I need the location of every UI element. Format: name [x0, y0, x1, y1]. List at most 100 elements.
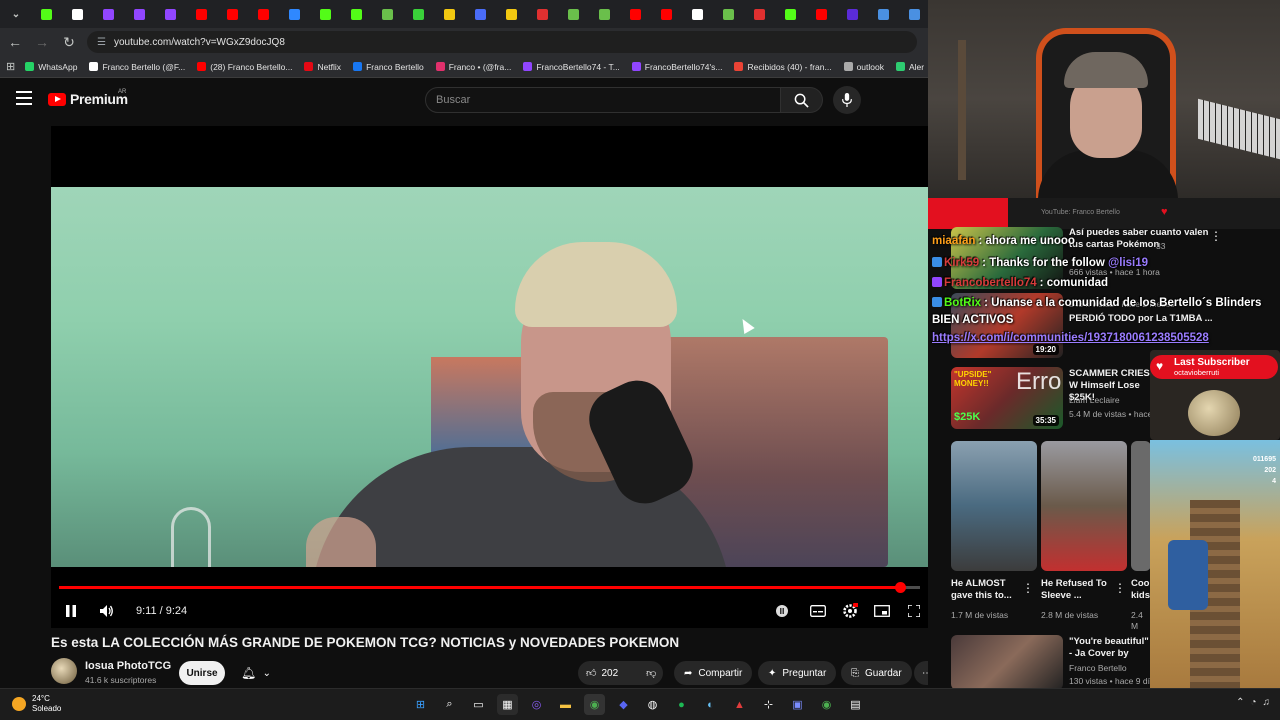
xbox-icon[interactable] — [716, 4, 740, 24]
bookmark-item[interactable]: Aler — [896, 62, 924, 72]
x-icon[interactable] — [685, 4, 709, 24]
autoplay-toggle[interactable] — [770, 600, 794, 622]
recommendation-title[interactable]: Así puedes saber cuanto valen tus cartas… — [1069, 227, 1219, 251]
ask-button[interactable]: ✦ Preguntar — [758, 661, 837, 685]
channel-name[interactable]: Iosua PhotoTCG — [85, 660, 171, 672]
tab-list-button[interactable]: ⌄ — [4, 4, 28, 24]
share-button[interactable]: ➦ Compartir — [674, 661, 753, 685]
short-title[interactable]: He Refused To Sleeve ... — [1041, 578, 1111, 602]
bookmark-item[interactable]: Netflix — [304, 62, 341, 72]
pokeball-icon[interactable] — [747, 4, 771, 24]
xbox-icon[interactable] — [375, 4, 399, 24]
youtube-icon[interactable] — [623, 4, 647, 24]
calculator-icon[interactable]: ▤ — [845, 694, 866, 715]
youtube-icon[interactable] — [654, 4, 678, 24]
chrome-icon[interactable]: ◉ — [816, 694, 837, 715]
recommendation-title[interactable]: PERDIÓ TODO por La T1MBA ... — [1069, 313, 1219, 325]
bookmark-item[interactable]: Franco • (@fra... — [435, 62, 511, 72]
chevron-up-icon[interactable]: ⌃ — [1236, 697, 1244, 708]
reload-button[interactable]: ↻ — [57, 30, 81, 54]
twitch-icon[interactable] — [158, 4, 182, 24]
twitch-icon[interactable] — [96, 4, 120, 24]
recommendation-title[interactable]: "You're beautiful" - Ja Cover by FRANCO … — [1069, 636, 1154, 660]
bookmark-item[interactable]: outlook — [843, 62, 884, 72]
more-icon[interactable]: ⋮ — [1210, 229, 1222, 243]
notifications-button[interactable]: 🔔︎ ⌄ — [237, 661, 275, 685]
dots-icon[interactable] — [468, 4, 492, 24]
scrubber-handle[interactable] — [895, 582, 907, 593]
back-button[interactable]: ← — [3, 30, 27, 54]
note-icon[interactable] — [437, 4, 461, 24]
discord-icon[interactable]: ◆ — [613, 694, 634, 715]
fullscreen-button[interactable] — [902, 600, 926, 622]
voice-search-button[interactable] — [833, 86, 861, 114]
more-icon[interactable]: ⋮ — [1114, 581, 1126, 595]
youtube-icon[interactable] — [251, 4, 275, 24]
youtube-icon[interactable] — [809, 4, 833, 24]
subtitles-button[interactable] — [806, 600, 830, 622]
short-title[interactable]: Coop kids — [1131, 578, 1151, 602]
search-button[interactable] — [781, 87, 823, 113]
spotify-icon[interactable]: ● — [671, 694, 692, 715]
steam-icon[interactable]: ◐ — [700, 694, 721, 715]
bookmark-item[interactable]: Franco Bertello — [353, 62, 424, 72]
store-icon[interactable]: ▦ — [497, 694, 518, 715]
xbox-icon[interactable] — [592, 4, 616, 24]
short-thumbnail[interactable] — [1131, 441, 1151, 571]
address-bar[interactable]: ☰ youtube.com/watch?v=WGxZ9docJQ8 — [87, 31, 917, 53]
network-icon[interactable]: ◔ — [1250, 697, 1256, 708]
bookmark-item[interactable]: Recibidos (40) - fran... — [734, 62, 832, 72]
join-button[interactable]: Unirse — [179, 661, 225, 685]
app-triangle-icon[interactable]: ▲ — [729, 694, 750, 715]
chrome-icon[interactable]: ◉ — [584, 694, 605, 715]
dislike-button[interactable]: 👎︎ — [638, 661, 664, 685]
github-icon[interactable] — [65, 4, 89, 24]
bookmark-item[interactable]: FrancoBertello74 - T... — [523, 62, 620, 72]
youtube-icon[interactable] — [220, 4, 244, 24]
search-icon[interactable]: ⌕ — [439, 694, 460, 715]
bookmark-item[interactable]: WhatsApp — [25, 62, 77, 72]
weather-widget[interactable]: 24°C Soleado — [12, 694, 61, 714]
kick-icon[interactable] — [778, 4, 802, 24]
bookmark-item[interactable]: (28) Franco Bertello... — [197, 62, 292, 72]
search-input[interactable]: Buscar — [425, 87, 781, 113]
miniplayer-button[interactable] — [870, 600, 894, 622]
settings-button[interactable] — [838, 600, 862, 622]
obs-icon[interactable]: ◍ — [642, 694, 663, 715]
edge-icon[interactable] — [282, 4, 306, 24]
short-title[interactable]: He ALMOST gave this to... — [951, 578, 1021, 602]
channel-avatar[interactable] — [51, 658, 77, 684]
gamepad-icon[interactable] — [406, 4, 430, 24]
pokeball-icon[interactable] — [530, 4, 554, 24]
video-thumbnail[interactable] — [951, 635, 1063, 688]
forward-button[interactable]: → — [30, 30, 54, 54]
chart-icon[interactable] — [902, 4, 926, 24]
app-circle-icon[interactable]: ◎ — [526, 694, 547, 715]
video-frame[interactable] — [51, 187, 928, 567]
short-thumbnail[interactable] — [951, 441, 1037, 571]
kick-icon[interactable] — [344, 4, 368, 24]
square-icon[interactable] — [840, 4, 864, 24]
menu-icon[interactable] — [16, 91, 32, 105]
short-thumbnail[interactable] — [1041, 441, 1127, 571]
app-network-icon[interactable]: ⊹ — [758, 694, 779, 715]
kick-icon[interactable] — [34, 4, 58, 24]
xbox-icon[interactable] — [561, 4, 585, 24]
progress-bar[interactable] — [59, 582, 920, 593]
twitch-icon[interactable] — [127, 4, 151, 24]
apps-icon[interactable]: ⊞ — [6, 60, 15, 73]
site-info-icon[interactable]: ☰ — [97, 37, 106, 48]
kick-icon[interactable] — [313, 4, 337, 24]
bookmark-item[interactable]: FrancoBertello74's... — [631, 62, 722, 72]
chart-icon[interactable] — [871, 4, 895, 24]
note-icon[interactable] — [499, 4, 523, 24]
bookmark-item[interactable]: Franco Bertello (@F... — [89, 62, 185, 72]
mute-button[interactable] — [95, 600, 119, 622]
folder-icon[interactable]: ▬ — [555, 694, 576, 715]
youtube-logo[interactable]: Premium AR — [48, 89, 128, 107]
microphone-icon[interactable]: ♫ — [1263, 697, 1271, 708]
like-button[interactable]: 👍︎ 202 — [578, 661, 626, 685]
youtube-icon[interactable] — [189, 4, 213, 24]
pause-button[interactable] — [59, 600, 83, 622]
display-icon[interactable]: ▣ — [787, 694, 808, 715]
